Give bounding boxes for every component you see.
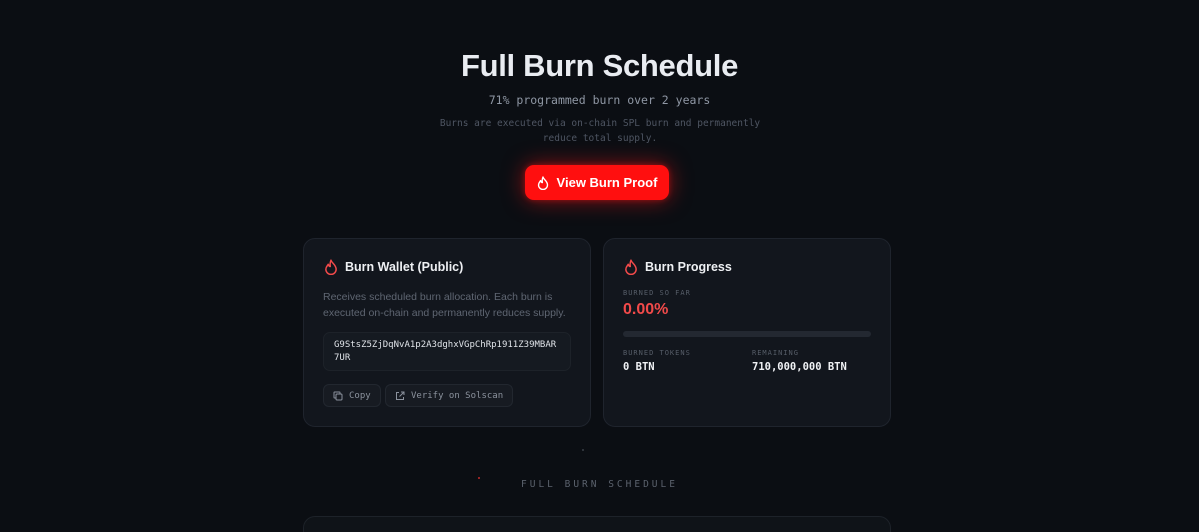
flame-icon bbox=[624, 259, 638, 275]
burned-tokens-value: 0 BTN bbox=[623, 361, 655, 373]
burn-wallet-header: Burn Wallet (Public) bbox=[324, 259, 463, 275]
verify-on-solscan-button[interactable]: Verify on Solscan bbox=[385, 384, 514, 407]
view-burn-proof-label: View Burn Proof bbox=[556, 175, 658, 190]
page-description: Burns are executed via on-chain SPL burn… bbox=[439, 118, 761, 144]
flame-icon bbox=[537, 175, 549, 190]
burned-so-far-label: BURNED SO FAR bbox=[623, 289, 691, 297]
burn-wallet-description: Receives scheduled burn allocation. Each… bbox=[323, 291, 566, 319]
decorative-dot bbox=[582, 449, 584, 451]
burn-wallet-title: Burn Wallet (Public) bbox=[345, 260, 464, 274]
verify-label: Verify on Solscan bbox=[411, 390, 504, 401]
full-burn-schedule-label: FULL BURN SCHEDULE bbox=[521, 479, 678, 490]
burn-wallet-card: Burn Wallet (Public) Receives scheduled … bbox=[303, 238, 591, 427]
external-link-icon bbox=[395, 391, 405, 401]
page-title: Full Burn Schedule bbox=[460, 48, 739, 83]
remaining-label: REMAINING bbox=[752, 349, 799, 357]
burned-percent: 0.00% bbox=[623, 301, 669, 318]
burn-progress-bar bbox=[623, 331, 871, 337]
burn-progress-card: Burn Progress BURNED SO FAR 0.00% BURNED… bbox=[603, 238, 891, 427]
copy-icon bbox=[333, 391, 343, 401]
copy-button[interactable]: Copy bbox=[323, 384, 381, 407]
burned-tokens-label: BURNED TOKENS bbox=[623, 349, 691, 357]
burn-progress-title: Burn Progress bbox=[645, 260, 732, 274]
remaining-value: 710,000,000 BTN bbox=[752, 361, 847, 373]
view-burn-proof-button[interactable]: View Burn Proof bbox=[525, 165, 669, 200]
page-subtitle: 71% programmed burn over 2 years bbox=[488, 93, 711, 107]
burn-schedule-card bbox=[303, 516, 891, 532]
burn-progress-header: Burn Progress bbox=[624, 259, 732, 275]
flame-icon bbox=[324, 259, 338, 275]
copy-label: Copy bbox=[349, 390, 371, 401]
wallet-address[interactable]: G9StsZ5ZjDqNvA1p2A3dghxVGpChRp1911Z39MBA… bbox=[323, 332, 571, 371]
